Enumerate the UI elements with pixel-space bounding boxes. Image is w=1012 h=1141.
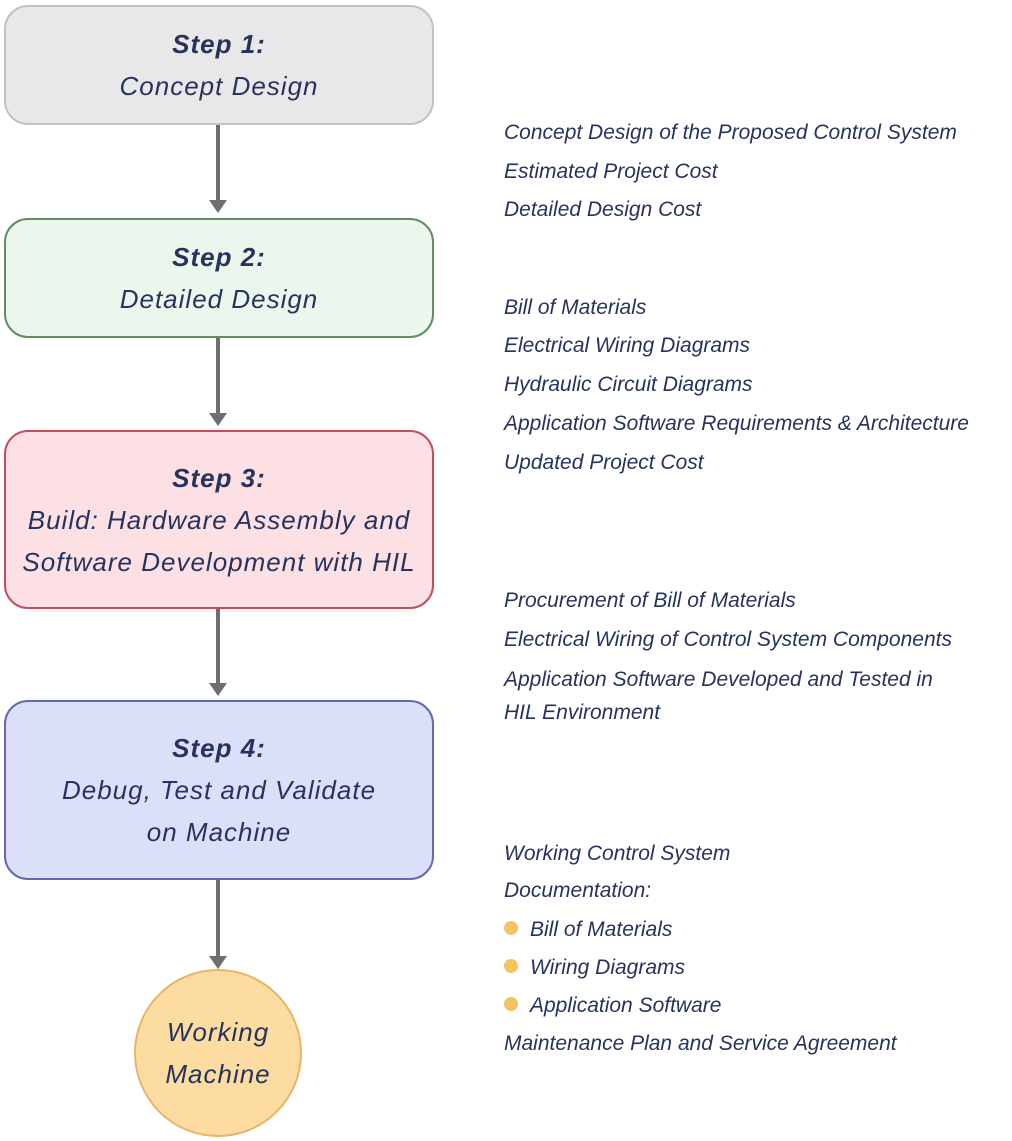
- output-item: HIL Environment: [504, 701, 661, 724]
- bullet-text: Application Software: [530, 994, 722, 1017]
- arrow-down-icon: [209, 125, 227, 213]
- bullet-text: Bill of Materials: [530, 918, 673, 941]
- step-4-title: Step 4:: [172, 733, 266, 763]
- output-item: Concept Design of the Proposed Control S…: [504, 121, 957, 144]
- output-bullet-item: Bill of Materials: [504, 918, 672, 942]
- step-1-box: Step 1: Concept Design: [4, 5, 434, 125]
- step-2-box: Step 2: Detailed Design: [4, 218, 434, 338]
- output-bullet-item: Wiring Diagrams: [504, 956, 685, 980]
- step-4-box: Step 4: Debug, Test and Validate on Mach…: [4, 700, 434, 880]
- output-item: Working Control System: [504, 842, 731, 865]
- step-3-title: Step 3:: [172, 462, 266, 493]
- output-item: Application Software Requirements & Arch…: [504, 412, 969, 435]
- output-item: Electrical Wiring Diagrams: [504, 334, 751, 357]
- arrow-down-icon: [209, 338, 227, 426]
- output-item: Maintenance Plan and Service Agreement: [504, 1032, 897, 1055]
- arrow-down-icon: [209, 609, 227, 696]
- output-item: Hydraulic Circuit Diagrams: [504, 373, 753, 396]
- step-1-label: Concept Design: [119, 71, 319, 101]
- step-3-box: Step 3: Build: Hardware Assembly and Sof…: [4, 430, 434, 609]
- step-1-title: Step 1:: [172, 29, 266, 59]
- step-2-label: Detailed Design: [119, 284, 319, 314]
- step-3-label-line2: Software Development with HIL: [22, 546, 416, 577]
- output-item: Detailed Design Cost: [504, 198, 702, 221]
- step-2-title: Step 2:: [172, 242, 266, 272]
- working-machine-circle: Working Machine: [134, 969, 302, 1137]
- output-item: Procurement of Bill of Materials: [504, 589, 796, 612]
- output-item: Application Software Developed and Teste…: [504, 668, 933, 691]
- process-diagram: Step 1: Concept Design Step 2: Detailed …: [0, 0, 1012, 1141]
- output-item: Bill of Materials: [504, 296, 647, 319]
- output-item: Documentation:: [504, 879, 652, 902]
- final-label-line2: Machine: [165, 1059, 271, 1089]
- bullet-icon: [504, 921, 518, 936]
- final-label-line1: Working: [166, 1017, 270, 1047]
- bullet-icon: [504, 997, 518, 1012]
- output-item: Updated Project Cost: [504, 451, 704, 474]
- step-4-label-line1: Debug, Test and Validate: [61, 775, 377, 805]
- output-item: Estimated Project Cost: [504, 160, 718, 183]
- output-bullet-item: Application Software: [504, 994, 721, 1018]
- step-4-label-line2: on Machine: [146, 817, 292, 847]
- bullet-icon: [504, 959, 518, 974]
- output-item: Electrical Wiring of Control System Comp…: [504, 628, 952, 651]
- bullet-text: Wiring Diagrams: [530, 956, 686, 979]
- step-3-label-line1: Build: Hardware Assembly and: [27, 504, 411, 535]
- arrow-down-icon: [209, 880, 227, 969]
